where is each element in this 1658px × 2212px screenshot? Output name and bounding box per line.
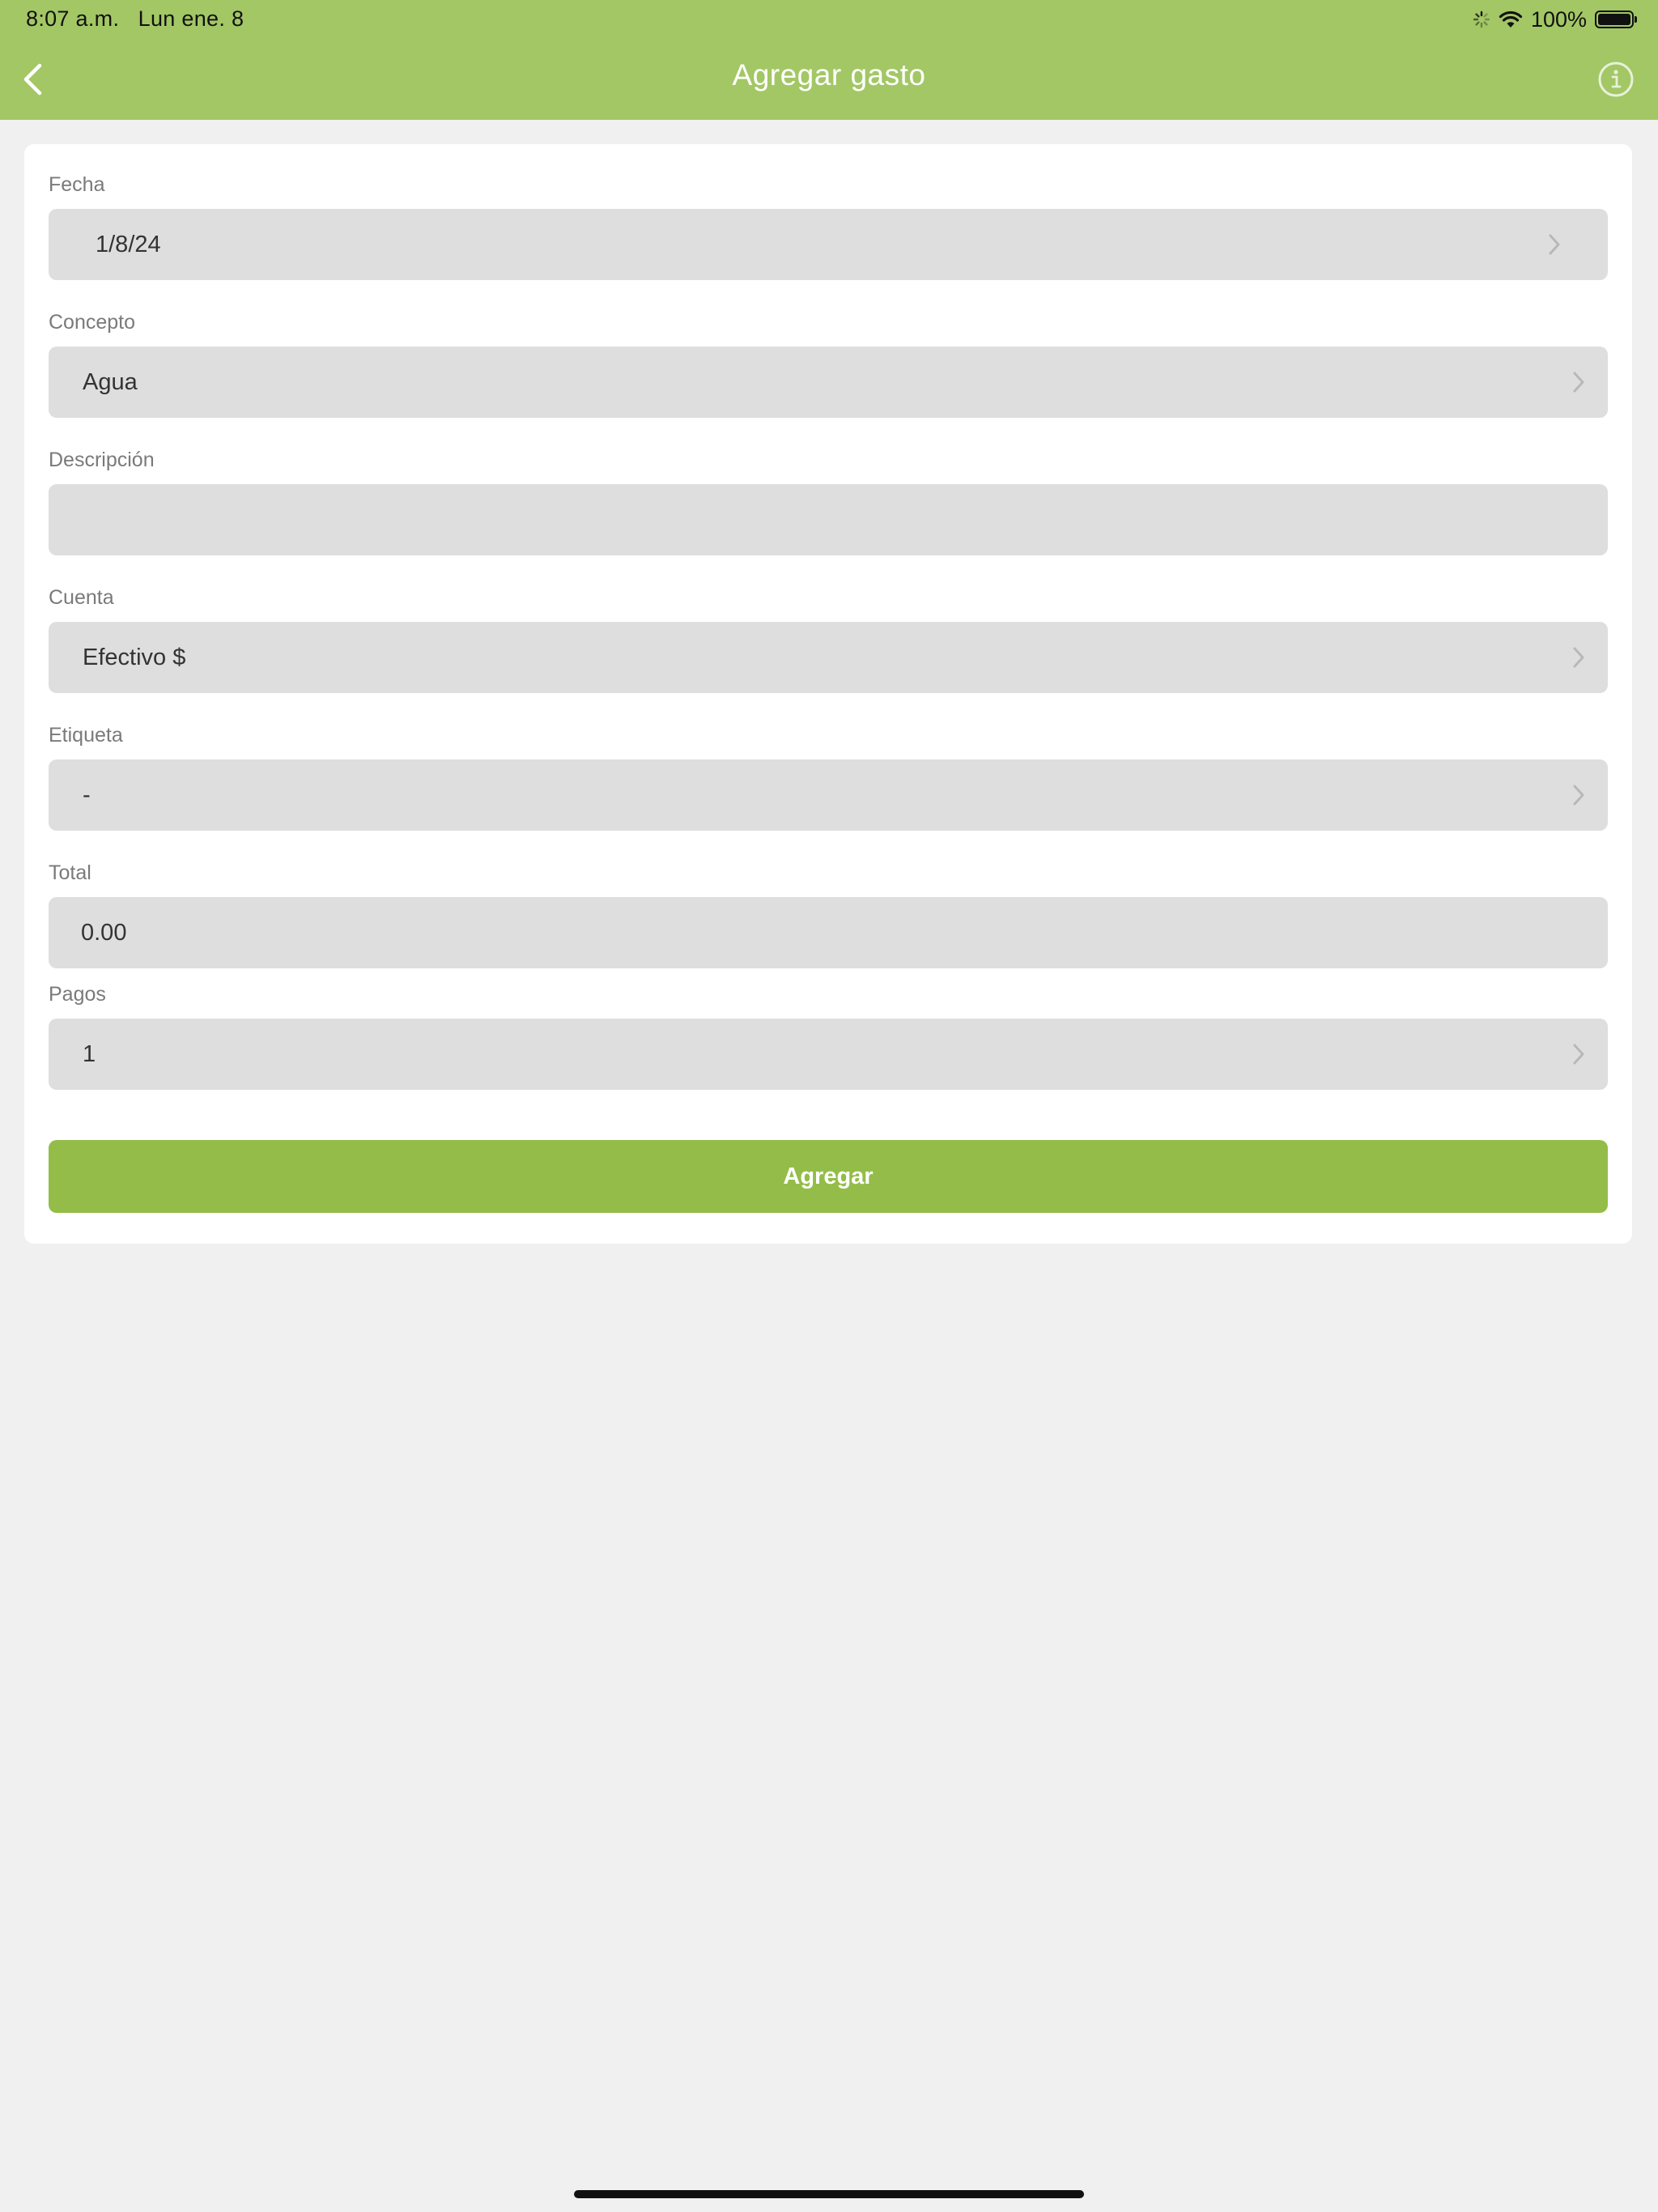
pagos-value: 1: [83, 1040, 96, 1067]
concepto-label: Concepto: [49, 311, 136, 334]
info-button[interactable]: [1596, 60, 1635, 99]
activity-spinner-icon: [1473, 11, 1490, 28]
pagos-field[interactable]: 1: [49, 1019, 1608, 1090]
wifi-icon: [1499, 10, 1523, 29]
etiqueta-label: Etiqueta: [49, 724, 123, 747]
total-value: 0.00: [81, 919, 127, 946]
fecha-label: Fecha: [49, 173, 105, 196]
pagos-label: Pagos: [49, 983, 106, 1006]
app-header: 8:07 a.m. Lun ene. 8 100% Agregar gasto: [0, 0, 1658, 120]
fecha-field[interactable]: 1/8/24: [49, 209, 1608, 280]
status-time: 8:07 a.m.: [26, 6, 120, 31]
expense-form-card: Fecha 1/8/24 Concepto Agua Descripción C…: [24, 144, 1632, 1244]
info-circle-icon: [1598, 62, 1634, 97]
cuenta-value: Efectivo $: [83, 644, 186, 670]
add-button[interactable]: Agregar: [49, 1140, 1608, 1213]
total-input[interactable]: 0.00: [49, 897, 1608, 968]
chevron-right-icon: [1573, 785, 1584, 806]
chevron-right-icon: [1549, 234, 1560, 255]
etiqueta-field[interactable]: -: [49, 759, 1608, 831]
chevron-right-icon: [1573, 1044, 1584, 1065]
page-title: Agregar gasto: [732, 58, 926, 91]
battery-percent: 100%: [1530, 6, 1587, 32]
chevron-right-icon: [1573, 647, 1584, 668]
etiqueta-value: -: [83, 781, 91, 808]
concepto-field[interactable]: Agua: [49, 347, 1608, 418]
total-label: Total: [49, 861, 91, 884]
descripcion-input[interactable]: [49, 484, 1608, 555]
descripcion-label: Descripción: [49, 449, 155, 471]
cuenta-label: Cuenta: [49, 586, 114, 609]
status-date: Lun ene. 8: [138, 6, 244, 31]
fecha-value: 1/8/24: [96, 231, 161, 257]
home-indicator: [574, 2190, 1084, 2198]
chevron-right-icon: [1573, 372, 1584, 393]
status-bar-indicators: 100%: [1473, 5, 1637, 34]
concepto-value: Agua: [83, 368, 138, 395]
status-bar-clock: 8:07 a.m. Lun ene. 8: [26, 6, 244, 32]
battery-icon: [1595, 11, 1637, 28]
cuenta-field[interactable]: Efectivo $: [49, 622, 1608, 693]
